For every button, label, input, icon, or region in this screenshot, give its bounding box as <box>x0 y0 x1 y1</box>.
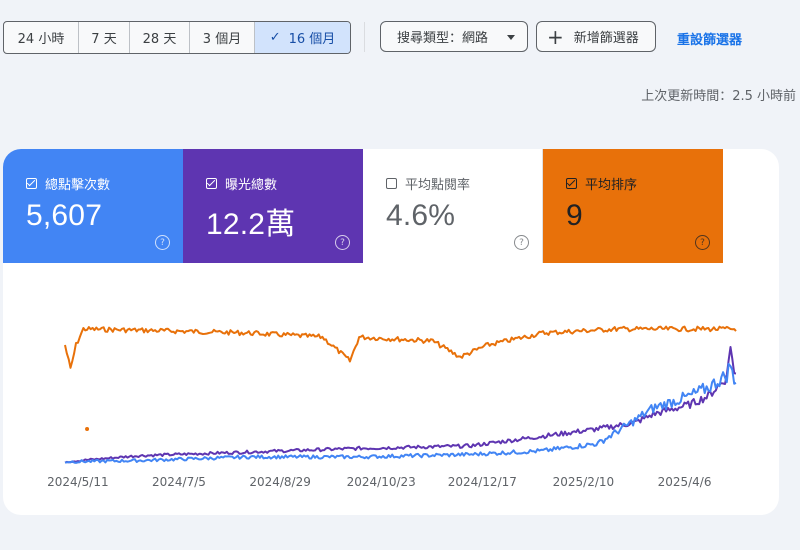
range-label: 16 個月 <box>288 32 336 47</box>
x-tick-label: 2025/2/10 <box>553 475 615 489</box>
metric-label: 曝光總數 <box>225 178 278 193</box>
metric-label: 總點擊次數 <box>45 178 111 193</box>
metric-value: 12.2萬 <box>206 208 296 241</box>
metric-tabs: 總點擊次數 5,607 ? 曝光總數 12.2萬 ? 平均點閱率 4.6% ? … <box>3 149 723 263</box>
x-tick-label: 2025/4/6 <box>658 475 712 489</box>
metric-label: 平均排序 <box>585 178 638 193</box>
search-type-dropdown[interactable]: 搜尋類型：網路 <box>380 21 528 52</box>
performance-chart[interactable]: 2024/5/11 2024/7/5 2024/8/29 2024/10/23 2024… <box>3 263 779 515</box>
chart-svg: 2024/5/11 2024/7/5 2024/8/29 2024/10/23 2024… <box>47 325 737 489</box>
metric-value: 4.6% <box>386 199 456 232</box>
range-3m-button[interactable]: 3 個月 <box>190 22 255 53</box>
checkbox-icon[interactable] <box>566 178 577 189</box>
x-tick-label: 2024/7/5 <box>152 475 206 489</box>
search-type-label: 搜尋類型：網路 <box>397 31 489 46</box>
metric-label-row: 平均排序 <box>566 174 637 193</box>
range-28d-button[interactable]: 28 天 <box>130 22 190 53</box>
position-outlier-point <box>85 427 90 431</box>
range-24h-button[interactable]: 24 小時 <box>4 22 79 53</box>
performance-card: 總點擊次數 5,607 ? 曝光總數 12.2萬 ? 平均點閱率 4.6% ? … <box>3 149 779 515</box>
metric-label-row: 總點擊次數 <box>26 174 110 193</box>
range-16m-button[interactable]: ✓ 16 個月 <box>255 22 350 53</box>
metric-value: 5,607 <box>26 199 103 232</box>
caret-down-icon <box>507 35 515 40</box>
checkbox-icon[interactable] <box>26 178 37 189</box>
range-label: 3 個月 <box>202 32 242 47</box>
range-label: 28 天 <box>142 32 177 47</box>
range-label: 24 小時 <box>17 32 65 47</box>
x-tick-label: 2024/5/11 <box>47 475 109 489</box>
range-label: 7 天 <box>91 32 117 47</box>
help-icon[interactable]: ? <box>695 235 710 250</box>
x-tick-label: 2024/10/23 <box>347 475 416 489</box>
add-filter-label: 新增篩選器 <box>573 31 639 46</box>
metric-label-row: 平均點閱率 <box>386 174 470 193</box>
toolbar-divider <box>364 22 365 52</box>
checkbox-icon[interactable] <box>206 178 217 189</box>
last-updated-text: 上次更新時間：2.5 小時前 <box>641 89 796 104</box>
metric-label-row: 曝光總數 <box>206 174 277 193</box>
x-tick-label: 2024/12/17 <box>448 475 517 489</box>
help-icon[interactable]: ? <box>335 235 350 250</box>
metric-total-impressions[interactable]: 曝光總數 12.2萬 ? <box>183 149 363 263</box>
date-range-selector: 24 小時 7 天 28 天 3 個月 ✓ 16 個月 <box>3 21 351 54</box>
metric-value: 9 <box>566 199 583 232</box>
series-line-1 <box>64 346 737 464</box>
plus-icon: + <box>547 24 564 49</box>
checkbox-icon[interactable] <box>386 178 397 189</box>
metric-average-ctr[interactable]: 平均點閱率 4.6% ? <box>363 149 543 263</box>
check-icon: ✓ <box>269 30 281 45</box>
series-line-2 <box>64 325 737 369</box>
metric-label: 平均點閱率 <box>405 178 471 193</box>
reset-filters-link[interactable]: 重設篩選器 <box>677 29 742 48</box>
add-filter-button[interactable]: + 新增篩選器 <box>536 21 656 52</box>
range-7d-button[interactable]: 7 天 <box>79 22 130 53</box>
metric-total-clicks[interactable]: 總點擊次數 5,607 ? <box>3 149 183 263</box>
x-tick-label: 2024/8/29 <box>249 475 311 489</box>
metric-average-position[interactable]: 平均排序 9 ? <box>543 149 723 263</box>
help-icon[interactable]: ? <box>514 235 529 250</box>
help-icon[interactable]: ? <box>155 235 170 250</box>
